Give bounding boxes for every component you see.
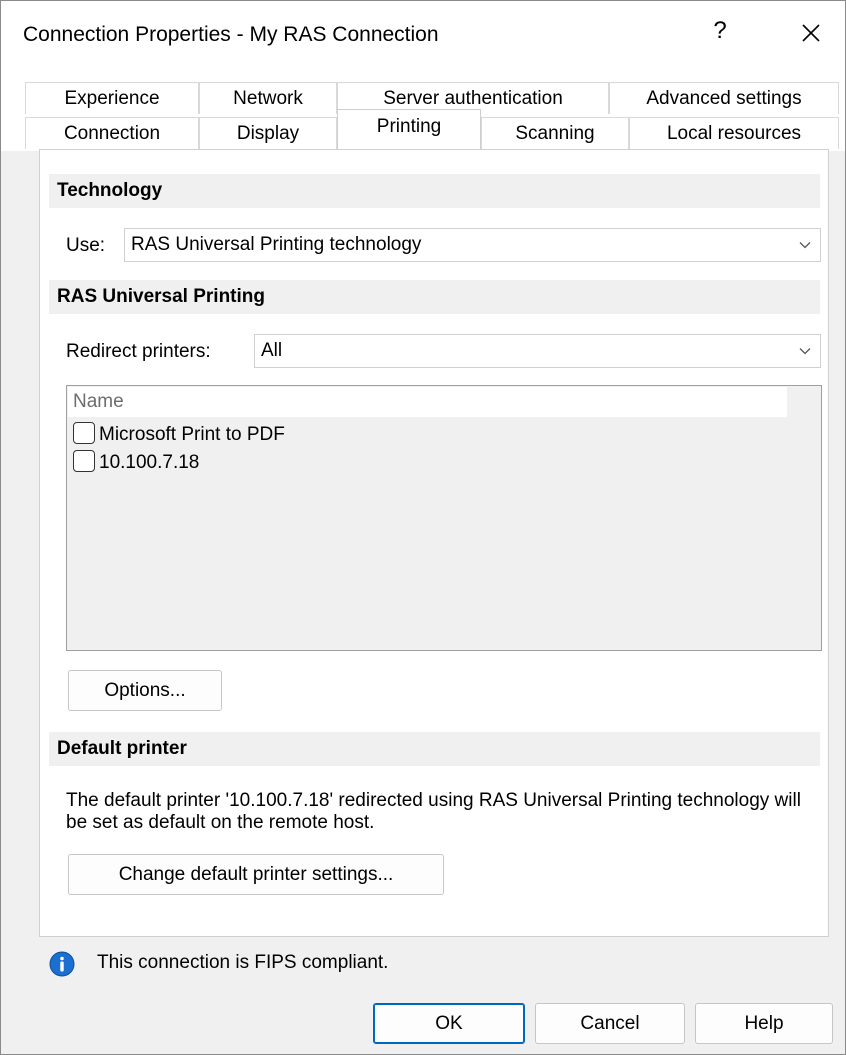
printer-checkbox[interactable] — [73, 421, 95, 444]
tab-printing[interactable]: Printing — [337, 109, 481, 149]
change-default-printer-button[interactable]: Change default printer settings... — [68, 854, 444, 895]
help-button[interactable]: Help — [695, 1003, 833, 1044]
list-column-name[interactable]: Name — [68, 387, 787, 417]
fips-status-text: This connection is FIPS compliant. — [97, 952, 389, 973]
redirect-printers-select[interactable]: All — [254, 334, 821, 368]
help-title-button[interactable]: ? — [707, 17, 733, 45]
chevron-down-icon — [799, 348, 811, 355]
title-bar: Connection Properties - My RAS Connectio… — [1, 1, 845, 71]
printing-tab-panel: Technology Use: RAS Universal Printing t… — [39, 149, 829, 937]
use-label: Use: — [66, 235, 106, 256]
default-printer-header: Default printer — [49, 732, 820, 766]
cancel-button[interactable]: Cancel — [535, 1003, 685, 1044]
universal-printing-header: RAS Universal Printing — [49, 280, 820, 314]
printer-name: 10.100.7.18 — [99, 452, 200, 473]
tab-local-resources[interactable]: Local resources — [629, 117, 839, 149]
technology-select[interactable]: RAS Universal Printing technology — [124, 228, 821, 262]
tab-connection[interactable]: Connection — [25, 117, 199, 149]
printer-name: Microsoft Print to PDF — [99, 424, 285, 445]
tab-display[interactable]: Display — [199, 117, 337, 149]
default-printer-description: The default printer '10.100.7.18' redire… — [66, 790, 801, 833]
redirect-printers-label: Redirect printers: — [66, 341, 211, 362]
redirect-printers-value: All — [261, 340, 283, 361]
technology-header: Technology — [49, 174, 820, 208]
printer-checkbox[interactable] — [73, 449, 95, 472]
tab-strip: Experience Network Server authentication… — [1, 71, 845, 151]
tab-network[interactable]: Network — [199, 82, 337, 114]
window-title: Connection Properties - My RAS Connectio… — [23, 23, 439, 46]
options-button[interactable]: Options... — [68, 670, 222, 711]
tab-experience[interactable]: Experience — [25, 82, 199, 114]
chevron-down-icon — [799, 242, 811, 249]
info-icon — [49, 951, 75, 977]
list-item[interactable]: Microsoft Print to PDF — [73, 421, 285, 449]
printer-list[interactable]: Name Microsoft Print to PDF 10.100.7.18 — [66, 385, 822, 651]
technology-select-value: RAS Universal Printing technology — [131, 234, 422, 255]
tab-advanced-settings[interactable]: Advanced settings — [609, 82, 839, 114]
list-item[interactable]: 10.100.7.18 — [73, 449, 199, 477]
ok-button[interactable]: OK — [373, 1003, 525, 1044]
connection-properties-dialog: Connection Properties - My RAS Connectio… — [0, 0, 846, 1055]
close-icon[interactable] — [793, 15, 829, 51]
tab-scanning[interactable]: Scanning — [481, 117, 629, 149]
